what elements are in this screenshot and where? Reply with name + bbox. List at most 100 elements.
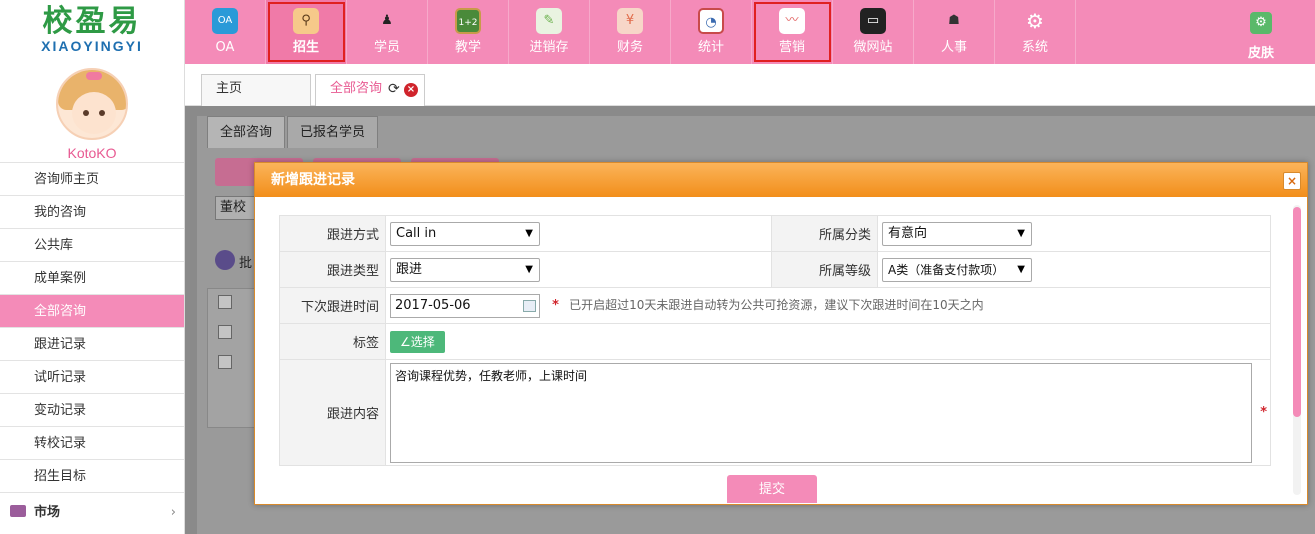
sidebar: 校盈易 XIAOYINGYI KotoKO 咨询师主页 我的咨询 公共库 成单案…: [0, 0, 185, 534]
nav-label: 财务: [616, 40, 643, 55]
brand-logo[interactable]: 校盈易 XIAOYINGYI: [0, 0, 184, 64]
category-value: 有意向: [888, 225, 928, 241]
tab-all-consult[interactable]: 全部咨询 ⟳ ×: [315, 74, 425, 106]
tag-label: 标签: [279, 323, 386, 360]
tab-label: 全部咨询: [330, 81, 383, 96]
graduate-icon: ♟: [381, 13, 393, 28]
skin-label: 皮肤: [1247, 46, 1274, 61]
nav-inventory[interactable]: ✎ 进销存: [509, 0, 590, 64]
sidebar-item-follow-records[interactable]: 跟进记录: [0, 328, 184, 361]
folder-icon: [10, 505, 26, 517]
caret-down-icon: ▼: [525, 227, 533, 239]
tab-home[interactable]: 主页: [201, 74, 311, 106]
search-person-icon: ⚲: [293, 8, 319, 34]
clipboard-icon: ✎: [536, 8, 562, 34]
brand-name-en: XIAOYINGYI: [41, 38, 143, 54]
sidebar-item-consultant-home[interactable]: 咨询师主页: [0, 163, 184, 196]
sidebar-item-public-pool[interactable]: 公共库: [0, 229, 184, 262]
grade-select[interactable]: A类（准备支付款项） ▼: [882, 257, 1032, 282]
nav-label: OA: [215, 40, 235, 55]
skin-icon: ⚙: [1250, 12, 1272, 34]
row-checkbox[interactable]: [218, 325, 232, 339]
row-checkbox[interactable]: [218, 355, 232, 369]
refresh-icon[interactable]: ⟳: [388, 75, 400, 103]
sidebar-item-enroll-target[interactable]: 招生目标: [0, 460, 184, 493]
batch-label[interactable]: 批: [239, 252, 252, 271]
caret-down-icon: ▼: [525, 263, 533, 275]
grade-value: A类（准备支付款项）: [888, 262, 1005, 277]
chalkboard-icon: 1+2: [455, 8, 481, 34]
nav-statistics[interactable]: ◔ 统计: [671, 0, 752, 64]
data-table: [207, 288, 255, 428]
page-tabs: 主页 全部咨询 ⟳ ×: [185, 64, 1315, 106]
follow-method-value: Call in: [396, 225, 437, 241]
dialog-title: 新增跟进记录: [255, 163, 1307, 197]
caret-down-icon: ▼: [1017, 227, 1025, 239]
nav-students[interactable]: ♟ 学员: [347, 0, 428, 64]
select-all-checkbox[interactable]: [218, 295, 232, 309]
gear-icon: ⚙: [1026, 9, 1044, 33]
category-select[interactable]: 有意向 ▼: [882, 221, 1032, 246]
nav-teaching[interactable]: 1+2 教学: [428, 0, 509, 64]
nav-marketing[interactable]: 〰 营销: [752, 0, 833, 64]
finance-icon: ¥: [617, 8, 643, 34]
follow-method-label: 跟进方式: [279, 215, 386, 252]
follow-content-textarea[interactable]: 咨询课程优势，任教老师，上课时间: [390, 362, 1252, 463]
follow-content-label: 跟进内容: [279, 359, 386, 466]
submit-button[interactable]: 提交: [727, 475, 817, 503]
sidebar-item-change-records[interactable]: 变动记录: [0, 394, 184, 427]
oa-icon: OA: [212, 8, 238, 34]
nav-label: 学员: [373, 40, 400, 55]
clock-icon: [215, 250, 235, 270]
subtab-enrolled[interactable]: 已报名学员: [287, 116, 379, 148]
sidebar-item-my-consult[interactable]: 我的咨询: [0, 196, 184, 229]
add-follow-record-dialog: 新增跟进记录 × 跟进方式 Call in ▼ 所属分类 有意向 ▼ 跟进类型: [254, 162, 1308, 505]
sidebar-menu: 咨询师主页 我的咨询 公共库 成单案例 全部咨询 跟进记录 试听记录 变动记录 …: [0, 162, 184, 493]
nav-system[interactable]: ⚙ 系统: [995, 0, 1076, 64]
sidebar-item-all-consult[interactable]: 全部咨询: [0, 295, 184, 328]
monitor-icon: ▭: [860, 8, 886, 34]
person-org-icon: ☗: [948, 13, 960, 28]
grade-label: 所属等级: [771, 251, 878, 288]
nav-label: 系统: [1021, 40, 1048, 55]
marketing-icon: 〰: [779, 8, 805, 34]
follow-record-form: 跟进方式 Call in ▼ 所属分类 有意向 ▼ 跟进类型 跟进 ▼ 所属等级…: [279, 215, 1271, 466]
next-follow-time-label: 下次跟进时间: [279, 287, 386, 324]
subtabs: 全部咨询 已报名学员: [207, 116, 380, 148]
stats-icon: ◔: [698, 8, 724, 34]
sidebar-item-transfer-records[interactable]: 转校记录: [0, 427, 184, 460]
scrollbar-thumb[interactable]: [1293, 207, 1301, 417]
nav-hr[interactable]: ☗ 人事: [914, 0, 995, 64]
close-icon[interactable]: ×: [404, 83, 418, 97]
nav-enroll[interactable]: ⚲ 招生: [266, 0, 347, 64]
brand-name-zh: 校盈易: [42, 4, 142, 39]
top-nav: OA OA ⚲ 招生 ♟ 学员 1+2 教学 ✎ 进销存 ¥ 财务 ◔ 统计 〰…: [185, 0, 1315, 64]
calendar-icon[interactable]: [523, 299, 536, 312]
nav-label: 教学: [454, 40, 481, 55]
subtab-all-consult[interactable]: 全部咨询: [207, 116, 286, 148]
next-follow-hint: 已开启超过10天未跟进自动转为公共可抢资源，建议下次跟进时间在10天之内: [569, 297, 984, 312]
follow-method-select[interactable]: Call in ▼: [390, 221, 540, 246]
category-label: 所属分类: [771, 215, 878, 252]
sidebar-group-label: 市场: [34, 505, 61, 520]
chevron-right-icon: ›: [170, 505, 176, 520]
required-mark: *: [1260, 405, 1267, 420]
nav-label: 微网站: [853, 40, 893, 55]
sidebar-item-success-cases[interactable]: 成单案例: [0, 262, 184, 295]
tag-select-button[interactable]: ∠选择: [390, 330, 445, 353]
skin-button[interactable]: ⚙ 皮肤: [1231, 8, 1291, 61]
nav-label: 招生: [292, 40, 319, 55]
sidebar-group-market[interactable]: 市场 ›: [0, 493, 184, 533]
nav-microsite[interactable]: ▭ 微网站: [833, 0, 914, 64]
close-icon[interactable]: ×: [1283, 172, 1301, 190]
nav-finance[interactable]: ¥ 财务: [590, 0, 671, 64]
next-follow-date-input[interactable]: 2017-05-06: [390, 293, 540, 318]
nav-label: 营销: [778, 40, 805, 55]
follow-type-select[interactable]: 跟进 ▼: [390, 257, 540, 282]
sidebar-item-trial-records[interactable]: 试听记录: [0, 361, 184, 394]
nav-label: 人事: [940, 40, 967, 55]
dialog-scrollbar[interactable]: [1293, 205, 1301, 495]
follow-type-value: 跟进: [396, 261, 423, 277]
nav-oa[interactable]: OA OA: [185, 0, 266, 64]
avatar[interactable]: [56, 68, 128, 140]
